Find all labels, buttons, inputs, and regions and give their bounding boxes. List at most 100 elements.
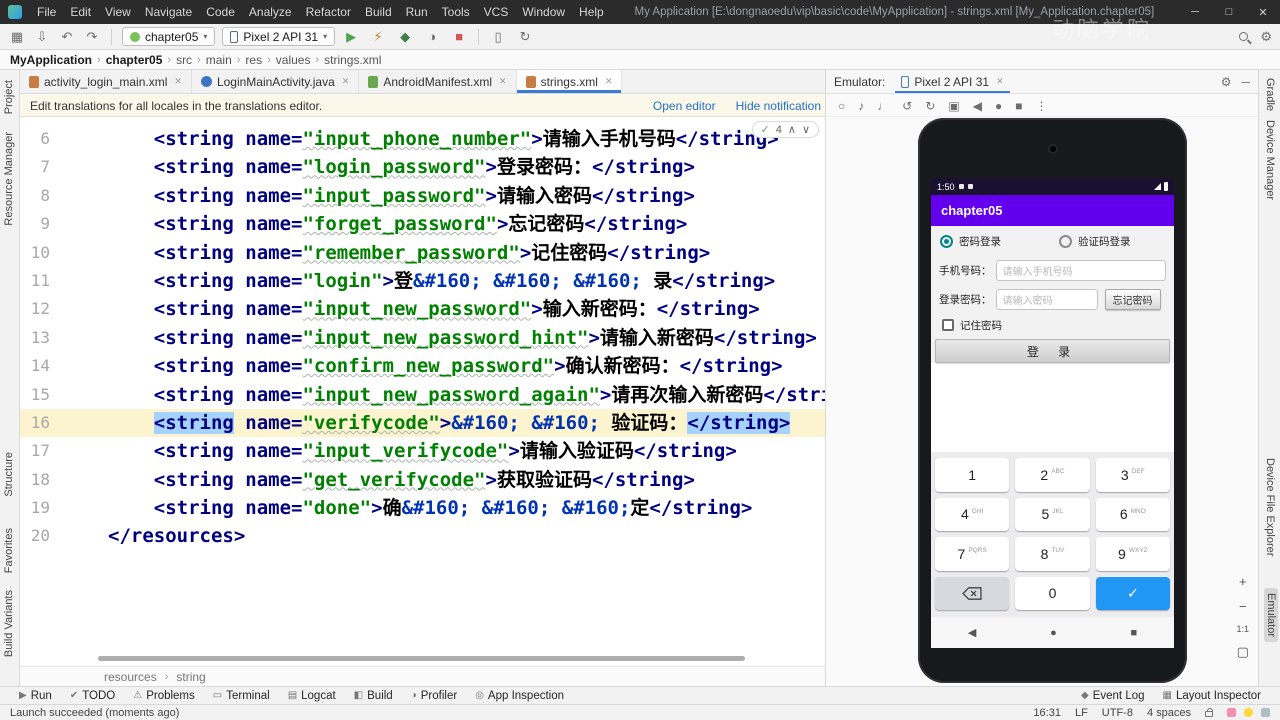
enter-key[interactable]: ✓ xyxy=(1095,576,1170,610)
close-icon[interactable]: ✕ xyxy=(342,76,350,87)
tool-strip-emulator[interactable]: Emulator xyxy=(1264,588,1278,643)
line-number[interactable]: 20 xyxy=(20,522,56,550)
line-number[interactable]: 13 xyxy=(20,324,56,352)
remember-password-checkbox[interactable] xyxy=(942,319,954,331)
breadcrumb-item-myapplication[interactable]: MyApplication xyxy=(10,53,92,67)
line-number[interactable]: 16 xyxy=(20,409,56,437)
device-selector[interactable]: Pixel 2 API 31 ▾ xyxy=(222,27,336,46)
code-text[interactable]: <string name="input_new_password_again">… xyxy=(56,381,845,409)
run-icon[interactable]: ▶ xyxy=(342,29,360,45)
more-icon[interactable]: ⋮ xyxy=(1035,99,1047,113)
tool-strip-project[interactable]: Project xyxy=(3,80,15,114)
debug-icon[interactable]: ◆ xyxy=(396,29,414,45)
forget-password-button[interactable]: 忘记密码 xyxy=(1104,289,1161,310)
toolwindow-logcat[interactable]: ▤ Logcat xyxy=(279,690,345,702)
menu-run[interactable]: Run xyxy=(399,0,435,24)
toolwindow-app-inspection[interactable]: ◎ App Inspection xyxy=(466,690,573,702)
tab-activity-login-main-xml[interactable]: activity_login_main.xml ✕ xyxy=(20,70,192,93)
menu-view[interactable]: View xyxy=(98,0,138,24)
volume-up-icon[interactable]: ♪ xyxy=(858,99,864,113)
hide-notification-link[interactable]: Hide notification xyxy=(736,99,821,113)
verifycode-login-label[interactable]: 验证码登录 xyxy=(1078,234,1131,249)
code-text[interactable]: <string name="get_verifycode">获取验证码</str… xyxy=(56,466,695,494)
menu-window[interactable]: Window xyxy=(515,0,572,24)
stop-icon[interactable]: ■ xyxy=(450,29,468,45)
minimize-button[interactable]: ─ xyxy=(1178,0,1212,24)
code-text[interactable]: <string name="input_new_password_hint">请… xyxy=(56,324,817,352)
code-text[interactable]: <string name="login">登&#160; &#160; &#16… xyxy=(56,267,776,295)
close-button[interactable]: ✕ xyxy=(1246,0,1280,24)
code-text[interactable]: <string name="done">确&#160; &#160; &#160… xyxy=(56,494,753,522)
toolwindow-terminal[interactable]: ▭ Terminal xyxy=(204,690,279,702)
back-nav-icon[interactable]: ◀ xyxy=(968,626,976,639)
toolwindow-todo[interactable]: ✔ TODO xyxy=(61,690,124,702)
code-text[interactable]: <string name="confirm_new_password">确认新密… xyxy=(56,352,783,380)
remember-password-label[interactable]: 记住密码 xyxy=(960,318,1002,333)
menu-tools[interactable]: Tools xyxy=(435,0,477,24)
breadcrumb-item-chapter05[interactable]: chapter05 xyxy=(106,53,163,67)
rotate-left-icon[interactable]: ↺ xyxy=(902,99,912,113)
sync-gradle-icon[interactable]: ↻ xyxy=(516,29,534,45)
profiler-icon[interactable]: ◑ xyxy=(423,29,441,45)
file-encoding[interactable]: UTF-8 xyxy=(1102,707,1133,719)
tab-strings-xml[interactable]: strings.xml ✕ xyxy=(516,70,623,93)
indent-style[interactable]: 4 spaces xyxy=(1147,707,1191,719)
status-smiley-icon[interactable] xyxy=(1244,708,1253,717)
code-text[interactable]: <string name="input_verifycode">请输入验证码</… xyxy=(56,437,737,465)
key-6[interactable]: 6 MNO xyxy=(1095,497,1170,531)
overview-icon[interactable]: ■ xyxy=(1015,99,1022,113)
tool-strip-gradle[interactable]: Gradle xyxy=(1264,78,1276,111)
home-nav-icon[interactable]: ● xyxy=(1050,627,1057,639)
tool-strip-device-manager[interactable]: Device Manager xyxy=(1264,120,1276,200)
next-inspection-icon[interactable]: ∨ xyxy=(802,123,810,136)
settings-icon[interactable]: ⚙ xyxy=(1260,29,1272,45)
key-0[interactable]: 0 xyxy=(1015,576,1090,610)
redo-icon[interactable]: ↷ xyxy=(83,29,101,45)
tool-strip-build-variants[interactable]: Build Variants xyxy=(3,590,15,657)
breadcrumb-item-main[interactable]: main xyxy=(206,53,232,67)
line-number[interactable]: 17 xyxy=(20,437,56,465)
line-number[interactable]: 8 xyxy=(20,182,56,210)
device-manager-icon[interactable]: ▯ xyxy=(489,29,507,45)
code-text[interactable]: <string name="remember_password">记住密码</s… xyxy=(56,239,710,267)
caret-position[interactable]: 16:31 xyxy=(1033,707,1061,719)
module-selector[interactable]: chapter05 ▾ xyxy=(122,27,216,46)
open-editor-link[interactable]: Open editor xyxy=(653,99,716,113)
menu-edit[interactable]: Edit xyxy=(63,0,98,24)
login-button[interactable]: 登 录 xyxy=(935,339,1170,363)
settings-icon[interactable]: ⚙ xyxy=(1221,75,1232,89)
save-all-icon[interactable]: ⇩ xyxy=(33,29,51,45)
zoom-out-button[interactable]: − xyxy=(1239,599,1247,614)
menu-code[interactable]: Code xyxy=(199,0,242,24)
menu-analyze[interactable]: Analyze xyxy=(242,0,299,24)
tab-loginmainactivity-java[interactable]: LoginMainActivity.java ✕ xyxy=(192,70,360,93)
code-text[interactable]: <string name="input_phone_number">请输入手机号… xyxy=(56,125,779,153)
search-icon[interactable] xyxy=(1239,32,1249,41)
undo-icon[interactable]: ↶ xyxy=(58,29,76,45)
tab-androidmanifest-xml[interactable]: AndroidManifest.xml ✕ xyxy=(359,70,517,93)
key-1[interactable]: 1 xyxy=(935,458,1010,492)
line-number[interactable]: 18 xyxy=(20,466,56,494)
open-icon[interactable]: ▦ xyxy=(8,29,26,45)
line-number[interactable]: 6 xyxy=(20,125,56,153)
zoom-in-button[interactable]: + xyxy=(1239,574,1247,589)
breadcrumb-resources[interactable]: resources xyxy=(104,670,157,684)
breadcrumb-item-values[interactable]: values xyxy=(276,53,311,67)
horizontal-scrollbar[interactable] xyxy=(98,656,745,661)
line-number[interactable]: 12 xyxy=(20,295,56,323)
menu-refactor[interactable]: Refactor xyxy=(299,0,358,24)
menu-vcs[interactable]: VCS xyxy=(477,0,516,24)
code-text[interactable]: <string name="verifycode">&#160; &#160; … xyxy=(56,409,791,437)
toolwindow-event-log[interactable]: ◆ Event Log xyxy=(1072,690,1154,702)
close-icon[interactable]: ✕ xyxy=(605,76,613,87)
power-icon[interactable]: ○ xyxy=(838,99,845,113)
zoom-fit-button[interactable]: ▢ xyxy=(1237,644,1249,660)
breadcrumb-item-src[interactable]: src xyxy=(176,53,192,67)
password-input[interactable]: 请输入密码 xyxy=(995,289,1098,310)
code-text[interactable]: <string name="input_password">请输入密码</str… xyxy=(56,182,695,210)
code-text[interactable]: </resources> xyxy=(56,522,245,550)
code-editor[interactable]: 6 <string name="input_phone_number">请输入手… xyxy=(20,117,845,666)
device-screen[interactable]: 1:50 chapter05 密码登录 验证码登录 手机号码： 请输入手机号码 … xyxy=(931,178,1174,648)
back-icon[interactable]: ◀ xyxy=(973,99,982,113)
password-login-label[interactable]: 密码登录 xyxy=(959,234,1001,249)
